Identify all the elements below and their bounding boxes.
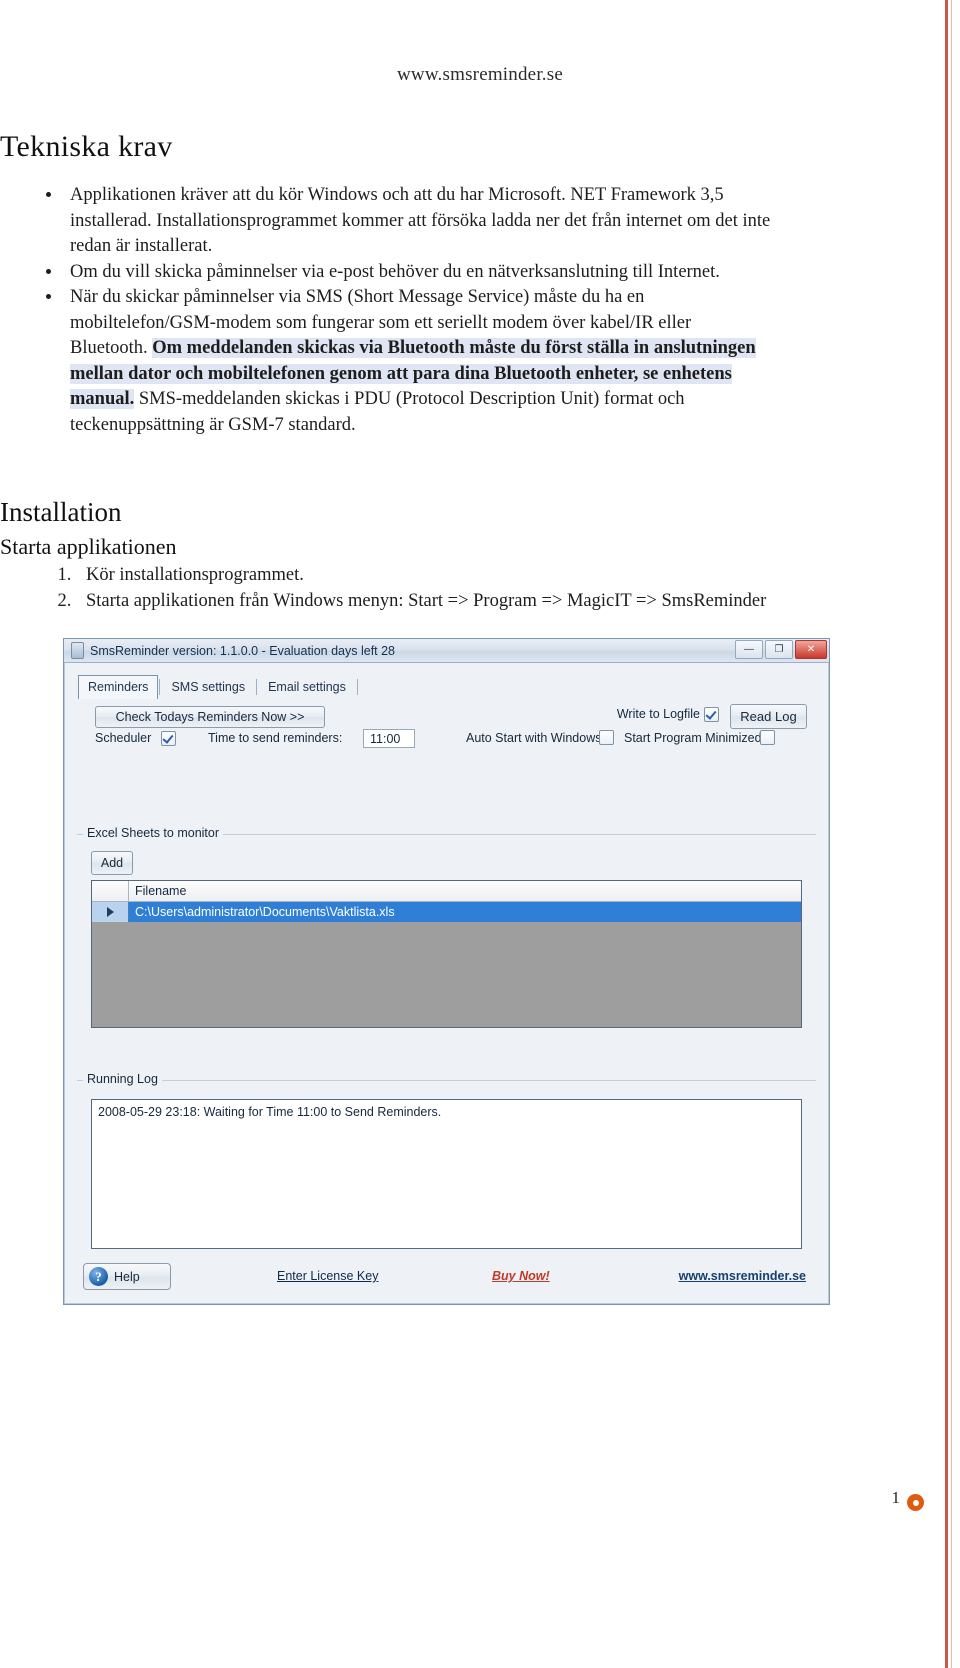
app-phone-icon [71,642,84,659]
excel-sheets-group: Excel Sheets to monitor Add Filename C:\… [77,826,816,1040]
list-item: Om du vill skicka påminnelser via e-post… [46,260,772,286]
scheduler-label: Scheduler [95,731,152,745]
app-screenshot: SmsReminder version: 1.1.0.0 - Evaluatio… [63,638,830,1305]
row-current-arrow-icon [106,907,114,917]
row-selector-cell[interactable] [92,902,129,922]
excel-files-grid[interactable]: Filename C:\Users\administrator\Document… [91,880,802,1028]
read-log-button[interactable]: Read Log [730,704,807,729]
time-input[interactable]: 11:00 [363,729,415,748]
maximize-button[interactable]: ❐ [765,640,793,659]
grid-corner-cell [92,881,129,901]
bullet-text-1: Om du vill skicka påminnelser via e-post… [70,261,720,282]
tab-sms-settings[interactable]: SMS settings [161,675,255,699]
bullet-text-0: Applikationen kräver att du kör Windows … [70,185,771,256]
running-log-textarea[interactable]: 2008-05-29 23:18: Waiting for Time 11:00… [91,1099,802,1249]
page-edge-rule-light [951,0,952,1668]
window-controls: — ❐ ✕ [735,640,827,659]
install-steps: Kör installationsprogrammet. Starta appl… [32,563,772,614]
running-log-title: Running Log [83,1072,162,1086]
document-page: www.smsreminder.se Tekniska krav Applika… [0,0,960,1668]
page-title: Tekniska krav [0,130,173,163]
bullet-text-2c: SMS-meddelanden skickas i PDU (Protocol … [70,389,685,435]
running-log-group: Running Log 2008-05-29 23:18: Waiting fo… [77,1072,816,1261]
bullet-dot-icon [46,192,51,197]
scheduler-checkbox[interactable] [161,731,176,746]
list-item: När du skickar påminnelser via SMS (Shor… [46,285,772,438]
tab-separator [256,679,258,695]
footer-logo-icon [907,1494,924,1511]
header-site-url: www.smsreminder.se [397,64,563,85]
app-footer: ? Help Enter License Key Buy Now! www.sm… [77,1263,816,1293]
grid-header-filename[interactable]: Filename [129,881,801,901]
excel-group-title: Excel Sheets to monitor [83,826,224,840]
close-button[interactable]: ✕ [795,640,827,659]
list-item: Applikationen kräver att du kör Windows … [46,183,772,260]
website-link[interactable]: www.smsreminder.se [679,1269,806,1283]
check-todays-reminders-button[interactable]: Check Todays Reminders Now >> [95,706,325,728]
add-button[interactable]: Add [91,851,133,875]
help-button[interactable]: ? Help [83,1263,171,1290]
bullet-dot-icon [46,268,51,274]
tab-reminders[interactable]: Reminders [78,675,159,699]
write-to-logfile-checkbox[interactable] [704,707,719,722]
time-to-send-label: Time to send reminders: [208,731,343,745]
grid-header-row: Filename [92,881,801,902]
cell-filename[interactable]: C:\Users\administrator\Documents\Vaktlis… [129,902,801,922]
auto-start-label: Auto Start with Windows [466,731,602,745]
minimize-button[interactable]: — [735,640,763,659]
app-titlebar: SmsReminder version: 1.1.0.0 - Evaluatio… [64,639,829,663]
help-label: Help [114,1269,140,1284]
write-to-logfile-label: Write to Logfile [616,707,700,721]
tab-bar: Reminders SMS settings Email settings [78,675,359,699]
list-item: Kör installationsprogrammet. [76,563,772,589]
buy-now-link[interactable]: Buy Now! [492,1269,550,1283]
requirements-list: Applikationen kräver att du kör Windows … [32,183,772,438]
auto-start-checkbox[interactable] [599,730,614,745]
app-body: Reminders SMS settings Email settings Ch… [68,666,825,1300]
help-icon: ? [89,1267,108,1286]
page-number: 1 [891,1488,901,1507]
table-row[interactable]: C:\Users\administrator\Documents\Vaktlis… [92,902,801,922]
enter-license-key-link[interactable]: Enter License Key [277,1269,378,1283]
start-app-heading: Starta applikationen [0,534,177,559]
tab-separator [356,679,358,695]
app-title: SmsReminder version: 1.1.0.0 - Evaluatio… [90,643,396,658]
tab-separator [159,679,161,695]
list-item: Starta applikationen från Windows menyn:… [76,589,772,615]
start-minimized-checkbox[interactable] [760,730,775,745]
page-edge-rule [945,0,948,1668]
start-minimized-label: Start Program Minimized [624,731,762,745]
installation-heading: Installation [0,497,122,527]
bullet-dot-icon [46,294,51,299]
tab-email-settings[interactable]: Email settings [258,675,356,699]
